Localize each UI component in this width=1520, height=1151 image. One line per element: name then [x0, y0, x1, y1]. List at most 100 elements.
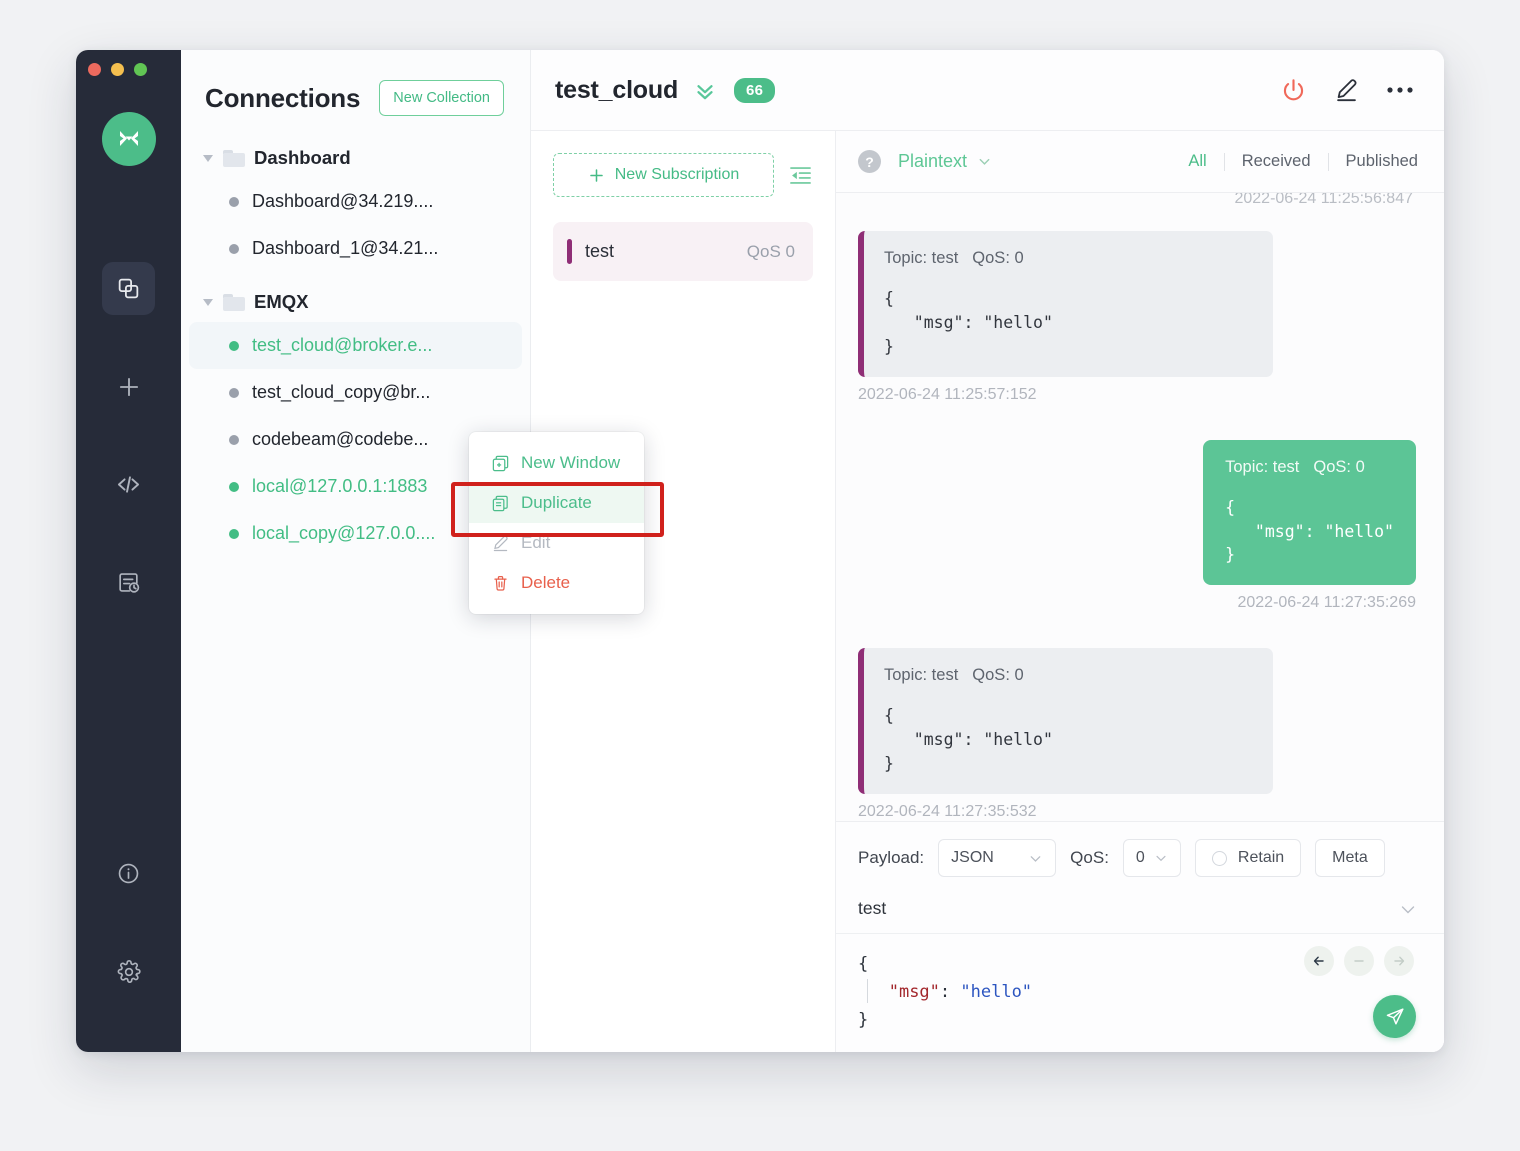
sidebar-item-scripts[interactable] — [102, 458, 155, 511]
message-filters: All Received Published — [1171, 152, 1418, 171]
maximize-window-button[interactable] — [134, 63, 147, 76]
sidebar-item-new-connection[interactable] — [102, 360, 155, 413]
close-window-button[interactable] — [88, 63, 101, 76]
status-dot-icon — [229, 481, 239, 492]
qos-value: 0 — [1135, 849, 1145, 866]
folder-dashboard[interactable]: Dashboard — [181, 138, 530, 178]
payload-format-select[interactable]: JSON — [938, 839, 1057, 877]
chevron-double-down-icon[interactable] — [692, 77, 718, 103]
connection-header: test_cloud 66 — [531, 50, 1444, 131]
status-dot-icon — [229, 196, 239, 207]
filter-received[interactable]: Received — [1225, 152, 1328, 171]
minimize-window-button[interactable] — [111, 63, 124, 76]
message-bubble[interactable]: Topic: test QoS: 0 { "msg": "hello" } — [858, 231, 1273, 377]
message-list[interactable]: 2022-06-24 11:25:56:847 Topic: test QoS: … — [836, 193, 1444, 821]
power-icon[interactable] — [1280, 77, 1307, 104]
publish-topic-row[interactable]: test — [836, 892, 1444, 934]
subscription-color-bar — [567, 239, 572, 264]
main-area: test_cloud 66 New Subscription test QoS … — [531, 50, 1444, 1052]
folder-label: Dashboard — [254, 147, 351, 168]
connection-item-dashboard-1[interactable]: Dashboard_1@34.21... — [189, 225, 522, 272]
chevron-down-icon — [203, 298, 213, 306]
connections-header: Connections New Collection — [181, 50, 530, 116]
chevron-down-icon[interactable] — [1398, 899, 1418, 919]
connection-label: codebeam@codebe... — [252, 429, 429, 449]
pencil-icon[interactable] — [1333, 77, 1360, 104]
new-collection-button[interactable]: New Collection — [379, 80, 504, 116]
message-qos: QoS: 0 — [1313, 457, 1365, 476]
message-bubble[interactable]: Topic: test QoS: 0 { "msg": "hello" } — [1203, 439, 1416, 586]
send-paper-plane-icon[interactable] — [1373, 995, 1416, 1038]
ellipsis-icon[interactable] — [1386, 85, 1414, 95]
filter-all[interactable]: All — [1171, 152, 1223, 171]
message-count-badge: 66 — [734, 77, 776, 103]
new-subscription-button[interactable]: New Subscription — [553, 153, 774, 197]
sidebar-item-settings[interactable] — [102, 945, 155, 998]
arrow-left-icon[interactable] — [1304, 946, 1334, 976]
message-payload: { "msg": "hello" } — [1225, 497, 1394, 565]
desktop-background: Connections New Collection Dashboard Das… — [0, 0, 1520, 1151]
connections-panel: Connections New Collection Dashboard Das… — [181, 50, 664, 1052]
context-menu-item-new-window[interactable]: New Window — [469, 443, 644, 483]
message-meta: Topic: test QoS: 0 — [884, 664, 1253, 688]
message-item-received-2: Topic: test QoS: 0 { "msg": "hello" } 202… — [858, 648, 1416, 821]
chevron-down-icon — [1156, 855, 1166, 862]
message-timestamp: 2022-06-24 11:27:35:269 — [1237, 594, 1416, 612]
message-meta: Topic: test QoS: 0 — [1225, 456, 1394, 480]
filter-published[interactable]: Published — [1329, 152, 1418, 171]
activity-bar-bottom-items — [102, 847, 155, 998]
sidebar-item-log[interactable] — [102, 556, 155, 609]
page-title: test_cloud — [555, 75, 679, 104]
message-qos: QoS: 0 — [972, 666, 1024, 685]
window-traffic-lights — [88, 63, 147, 76]
collapse-left-icon[interactable] — [788, 164, 813, 187]
chevron-down-icon — [203, 154, 213, 162]
code-value: "hello" — [960, 982, 1033, 1003]
context-menu-item-delete[interactable]: Delete — [469, 563, 644, 603]
message-item-published-1: Topic: test QoS: 0 { "msg": "hello" } 202… — [858, 439, 1416, 613]
qos-select[interactable]: 0 — [1122, 839, 1181, 877]
context-menu-label: New Window — [521, 453, 621, 472]
message-bubble[interactable]: Topic: test QoS: 0 { "msg": "hello" } — [858, 648, 1273, 795]
folder-icon — [223, 293, 245, 311]
connections-title: Connections — [205, 82, 361, 113]
message-topic: Topic: test — [1225, 457, 1300, 476]
connection-label: Dashboard_1@34.21... — [252, 238, 439, 258]
meta-label: Meta — [1332, 849, 1368, 866]
connection-label: local_copy@127.0.0.... — [252, 523, 436, 543]
folder-label: EMQX — [254, 291, 309, 312]
publish-topic-value: test — [858, 898, 887, 918]
question-circle-icon[interactable]: ? — [858, 150, 881, 173]
arrow-right-icon[interactable] — [1384, 946, 1414, 976]
subscription-item-test[interactable]: test QoS 0 — [553, 222, 813, 281]
chevron-down-icon — [979, 158, 990, 165]
connection-label: local@127.0.0.1:1883 — [252, 476, 428, 496]
context-menu-label: Delete — [521, 573, 571, 592]
status-dot-icon — [229, 243, 239, 254]
connection-context-menu: New Window Duplicate Edit Delete — [451, 432, 664, 614]
minus-icon[interactable] — [1344, 946, 1374, 976]
sidebar-item-connections[interactable] — [102, 262, 155, 315]
sidebar-item-about[interactable] — [102, 847, 155, 900]
status-dot-icon — [229, 528, 239, 539]
mqttx-window: Connections New Collection Dashboard Das… — [76, 50, 1444, 1052]
publish-options-row: Payload: JSON QoS: 0 Retain Meta — [836, 822, 1444, 892]
publish-payload-editor[interactable]: { "msg": "hello" } — [836, 934, 1444, 1052]
connection-item-test-cloud-copy[interactable]: test_cloud_copy@br... — [189, 369, 522, 416]
qos-label: QoS: — [1070, 848, 1109, 867]
connection-item-test-cloud[interactable]: test_cloud@broker.e... — [189, 322, 522, 369]
payload-nav-buttons — [1304, 946, 1414, 976]
main-body: New Subscription test QoS 0 ? Plaintext … — [531, 131, 1444, 1052]
folder-emqx[interactable]: EMQX — [181, 282, 530, 322]
connection-item-dashboard[interactable]: Dashboard@34.219.... — [189, 178, 522, 225]
meta-button[interactable]: Meta — [1315, 839, 1385, 877]
code-colon: : — [939, 982, 961, 1003]
payload-format-selector[interactable]: Plaintext — [898, 151, 992, 172]
folder-icon — [223, 149, 245, 167]
messages-toolbar: ? Plaintext All Received Published — [836, 131, 1444, 193]
payload-format-value: JSON — [951, 849, 994, 866]
message-item-received-1: Topic: test QoS: 0 { "msg": "hello" } 202… — [858, 231, 1416, 404]
clipped-timestamp: 2022-06-24 11:25:56:847 — [1234, 193, 1413, 207]
retain-toggle[interactable]: Retain — [1194, 839, 1302, 877]
context-menu-item-duplicate[interactable]: Duplicate — [469, 483, 644, 523]
